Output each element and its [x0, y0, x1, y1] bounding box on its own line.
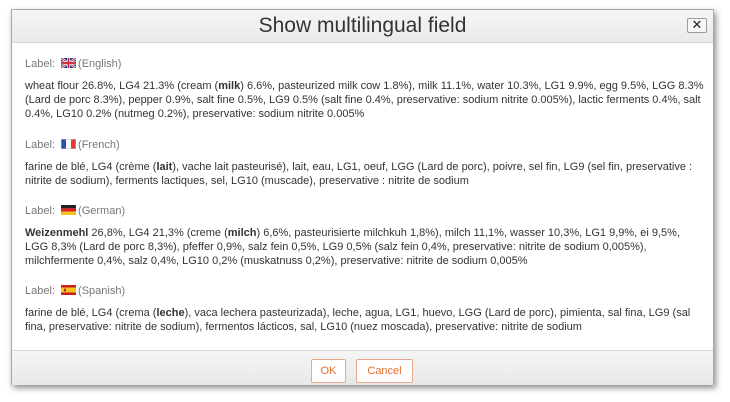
label-prefix: Label: [25, 205, 55, 217]
field-value: farine de blé, LG4 (crème (lait), vache … [25, 160, 705, 188]
label-prefix: Label: [25, 139, 55, 151]
label-prefix: Label: [25, 58, 55, 70]
flag-uk-icon [61, 58, 77, 68]
field-label: Label: (German) [25, 204, 705, 218]
text-segment: wheat flour 26.8%, LG4 21.3% (cream ( [25, 80, 219, 92]
language-name: (English) [78, 58, 122, 70]
dialog-titlebar[interactable]: Show multilingual field ✕ [12, 10, 713, 43]
field-label: Label: (English) [25, 57, 705, 71]
text-segment: 26,8%, LG4 21,3% (creme ( [88, 227, 228, 239]
language-name: (German) [78, 205, 126, 217]
field-label: Label: (Spanish) [25, 284, 705, 298]
cancel-button[interactable]: Cancel [356, 359, 413, 383]
language-name: (Spanish) [78, 285, 126, 297]
dialog-title: Show multilingual field [258, 14, 467, 37]
language-section-german: Label: (German) Weizenmehl 26,8%, LG4 21… [25, 204, 705, 268]
flag-germany-icon [61, 205, 77, 215]
text-segment: farine de blé, LG4 (crema ( [25, 307, 157, 319]
language-section-english: Label: (English) wheat flour 26.8%, LG4 … [25, 57, 705, 121]
allergen-text: leche [156, 307, 185, 319]
language-section-french: Label: (French) farine de blé, LG4 (crèm… [25, 138, 705, 188]
allergen-text: milk [218, 80, 241, 92]
language-name: (French) [78, 139, 120, 151]
allergen-text: milch [227, 227, 257, 239]
close-button[interactable]: ✕ [687, 18, 707, 33]
dialog-content[interactable]: Label: (English) wheat flour 26.8%, LG4 … [12, 43, 713, 350]
field-value: Weizenmehl 26,8%, LG4 21,3% (creme (milc… [25, 226, 705, 268]
allergen-text: lait [156, 161, 173, 173]
flag-france-icon [61, 139, 77, 149]
text-segment: farine de blé, LG4 (crème ( [25, 161, 157, 173]
flag-spain-icon [61, 285, 77, 295]
language-section-spanish: Label: (Spanish) farine de blé, LG4 (cre… [25, 284, 705, 334]
allergen-text: Weizenmehl [25, 227, 89, 239]
label-prefix: Label: [25, 285, 55, 297]
dialog-footer: OK Cancel [12, 350, 713, 385]
ok-button[interactable]: OK [311, 359, 346, 383]
close-icon: ✕ [691, 17, 703, 32]
multilingual-field-dialog: Show multilingual field ✕ Label: (Englis… [11, 9, 714, 385]
field-value: wheat flour 26.8%, LG4 21.3% (cream (mil… [25, 79, 705, 121]
field-label: Label: (French) [25, 138, 705, 152]
field-value: farine de blé, LG4 (crema (leche), vaca … [25, 306, 705, 334]
